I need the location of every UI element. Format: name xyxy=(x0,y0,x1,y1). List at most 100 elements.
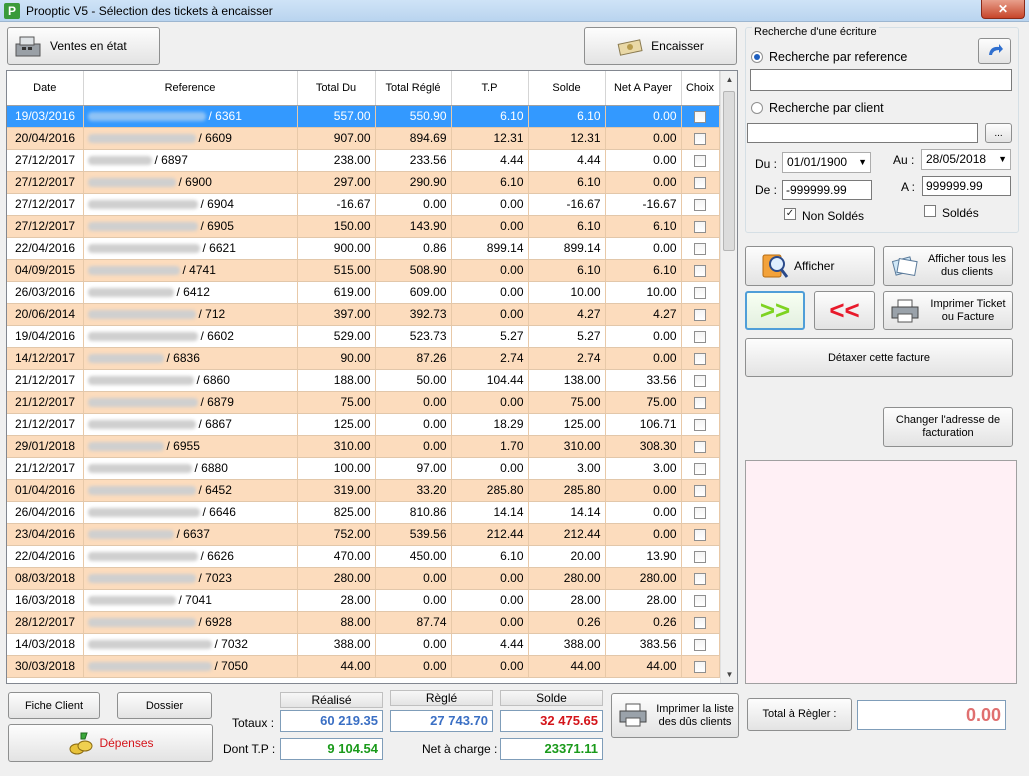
col-tp[interactable]: T.P xyxy=(451,71,529,106)
client-input[interactable] xyxy=(747,123,978,143)
table-row[interactable]: 27/12/2017/ 6905 150.00 143.90 0.00 6.10 6.10 xyxy=(7,215,720,238)
col-total-regle[interactable]: Total Réglé xyxy=(375,71,452,106)
table-row[interactable]: 04/09/2015/ 4741 515.00 508.90 0.00 6.10 6.10 xyxy=(7,259,720,282)
choix-checkbox[interactable] xyxy=(694,330,706,343)
table-row[interactable]: 22/04/2016/ 6621 900.00 0.86 899.14 899.14 0.… xyxy=(7,237,720,260)
cell-total-du: 388.00 xyxy=(297,633,376,656)
back-button[interactable]: << xyxy=(814,291,875,330)
imprimer-liste-button[interactable]: Imprimer la liste des dûs clients xyxy=(611,693,739,738)
col-choix[interactable]: Choix xyxy=(681,71,720,106)
reference-input[interactable] xyxy=(750,69,1012,91)
table-row[interactable]: 30/03/2018/ 7050 44.00 0.00 0.00 44.00 44.00 xyxy=(7,655,720,678)
cell-choix xyxy=(681,545,720,568)
choix-checkbox[interactable] xyxy=(694,462,706,475)
table-row[interactable]: 26/04/2016/ 6646 825.00 810.86 14.14 14.14 0.… xyxy=(7,501,720,524)
table-row[interactable]: 22/04/2016 / 6626 470.00 450.00 6.10 20.00 13.… xyxy=(7,545,720,568)
redacted-client-name xyxy=(87,332,198,342)
cell-net-a-payer: 10.00 xyxy=(605,281,682,304)
col-total-du[interactable]: Total Du xyxy=(297,71,376,106)
choix-checkbox[interactable] xyxy=(694,242,706,255)
cell-reference: / 6452 xyxy=(83,479,298,502)
cell-solde: -16.67 xyxy=(528,193,606,216)
refresh-button[interactable] xyxy=(978,38,1011,64)
table-row[interactable]: 27/12/2017/ 6897 238.00 233.56 4.44 4.44 0.00 xyxy=(7,149,720,172)
scroll-up-icon[interactable]: ▲ xyxy=(721,71,737,88)
choix-checkbox[interactable] xyxy=(694,286,706,299)
de-amount-input[interactable]: -999999.99 xyxy=(782,180,872,200)
table-row[interactable]: 20/04/2016/ 6609 907.00 894.69 12.31 12.31 0.… xyxy=(7,127,720,150)
choix-checkbox[interactable] xyxy=(694,176,706,189)
choix-checkbox[interactable] xyxy=(694,154,706,167)
col-net-a-payer[interactable]: Net A Payer xyxy=(605,71,682,106)
table-row[interactable]: 14/03/2018/ 7032 388.00 0.00 4.44 388.00 383.… xyxy=(7,633,720,656)
table-row[interactable]: 19/04/2016/ 6602 529.00 523.73 5.27 5.27 0.00 xyxy=(7,325,720,348)
cell-choix xyxy=(681,369,720,392)
col-date[interactable]: Date xyxy=(7,71,84,106)
choix-checkbox[interactable] xyxy=(694,110,706,123)
browse-client-button[interactable]: ... xyxy=(985,123,1012,143)
choix-checkbox[interactable] xyxy=(694,506,706,519)
radio-by-reference[interactable] xyxy=(751,51,763,63)
table-row[interactable]: 27/12/2017/ 6904 -16.67 0.00 0.00 -16.67 -16.… xyxy=(7,193,720,216)
cell-tp: 6.10 xyxy=(451,105,529,128)
table-row[interactable]: 20/06/2014/ 712 397.00 392.73 0.00 4.27 4.27 xyxy=(7,303,720,326)
choix-checkbox[interactable] xyxy=(694,308,706,321)
du-date-picker[interactable]: 01/01/1900 ▼ xyxy=(782,152,871,173)
table-row[interactable]: 21/12/2017/ 6879 75.00 0.00 0.00 75.00 75.00 xyxy=(7,391,720,414)
au-date-picker[interactable]: 28/05/2018 ▼ xyxy=(921,149,1011,170)
table-row[interactable]: 21/12/2017/ 6867 125.00 0.00 18.29 125.00 106… xyxy=(7,413,720,436)
choix-checkbox[interactable] xyxy=(694,550,706,563)
table-row[interactable]: 01/04/2016/ 6452 319.00 33.20 285.80 285.80 0… xyxy=(7,479,720,502)
grid-scrollbar[interactable]: ▲ ▼ xyxy=(720,71,737,683)
choix-checkbox[interactable] xyxy=(694,374,706,387)
close-button[interactable]: ✕ xyxy=(981,0,1025,19)
table-row[interactable]: 21/12/2017/ 6880 100.00 97.00 0.00 3.00 3.00 xyxy=(7,457,720,480)
fiche-client-button[interactable]: Fiche Client xyxy=(8,692,100,719)
col-solde[interactable]: Solde xyxy=(528,71,606,106)
reference-number: / 6836 xyxy=(166,351,200,365)
table-row[interactable]: 21/12/2017 / 6860 188.00 50.00 104.44 138.00 3… xyxy=(7,369,720,392)
radio-by-client[interactable] xyxy=(751,102,763,114)
table-row[interactable]: 29/01/2018/ 6955 310.00 0.00 1.70 310.00 308.… xyxy=(7,435,720,458)
depenses-button[interactable]: Dépenses xyxy=(8,724,213,762)
col-reference[interactable]: Reference xyxy=(83,71,298,106)
a-amount-input[interactable]: 999999.99 xyxy=(922,176,1011,196)
choix-checkbox[interactable] xyxy=(694,440,706,453)
table-row[interactable]: 28/12/2017/ 6928 88.00 87.74 0.00 0.26 0.26 xyxy=(7,611,720,634)
scroll-down-icon[interactable]: ▼ xyxy=(721,666,737,683)
changer-adresse-button[interactable]: Changer l'adresse de facturation xyxy=(883,407,1013,447)
table-row[interactable]: 16/03/2018/ 7041 28.00 0.00 0.00 28.00 28.00 xyxy=(7,589,720,612)
ventes-en-etat-button[interactable]: Ventes en état xyxy=(7,27,160,65)
forward-button[interactable]: >> xyxy=(745,291,805,330)
choix-checkbox[interactable] xyxy=(694,572,706,585)
table-row[interactable]: 27/12/2017/ 6900 297.00 290.90 6.10 6.10 0.00 xyxy=(7,171,720,194)
table-row[interactable]: 19/03/2016/ 6361 557.00 550.90 6.10 6.10 0.00 xyxy=(7,105,720,128)
table-row[interactable]: 23/04/2016/ 6637 752.00 539.56 212.44 212.44… xyxy=(7,523,720,546)
choix-checkbox[interactable] xyxy=(694,594,706,607)
table-row[interactable]: 14/12/2017/ 6836 90.00 87.26 2.74 2.74 0.00 xyxy=(7,347,720,370)
choix-checkbox[interactable] xyxy=(694,616,706,629)
choix-checkbox[interactable] xyxy=(694,220,706,233)
cell-reference: / 6602 xyxy=(83,325,298,348)
choix-checkbox[interactable] xyxy=(694,660,706,673)
afficher-button[interactable]: Afficher xyxy=(745,246,875,286)
choix-checkbox[interactable] xyxy=(694,418,706,431)
scroll-thumb[interactable] xyxy=(723,91,735,251)
encaisser-button[interactable]: Encaisser xyxy=(584,27,737,65)
choix-checkbox[interactable] xyxy=(694,352,706,365)
dossier-button[interactable]: Dossier xyxy=(117,692,212,719)
choix-checkbox[interactable] xyxy=(694,638,706,651)
choix-checkbox[interactable] xyxy=(694,484,706,497)
choix-checkbox[interactable] xyxy=(694,264,706,277)
choix-checkbox[interactable] xyxy=(694,528,706,541)
imprimer-ticket-button[interactable]: Imprimer Ticket ou Facture xyxy=(883,291,1013,330)
table-row[interactable]: 08/03/2018/ 7023 280.00 0.00 0.00 280.00 280.… xyxy=(7,567,720,590)
afficher-tous-button[interactable]: Afficher tous les dus clients xyxy=(883,246,1013,286)
choix-checkbox[interactable] xyxy=(694,198,706,211)
detaxer-button[interactable]: Détaxer cette facture xyxy=(745,338,1013,377)
table-row[interactable]: 26/03/2016/ 6412 619.00 609.00 0.00 10.00 10.… xyxy=(7,281,720,304)
choix-checkbox[interactable] xyxy=(694,132,706,145)
soldes-checkbox[interactable] xyxy=(924,205,936,217)
non-soldes-checkbox[interactable]: ✓ xyxy=(784,208,796,220)
choix-checkbox[interactable] xyxy=(694,396,706,409)
